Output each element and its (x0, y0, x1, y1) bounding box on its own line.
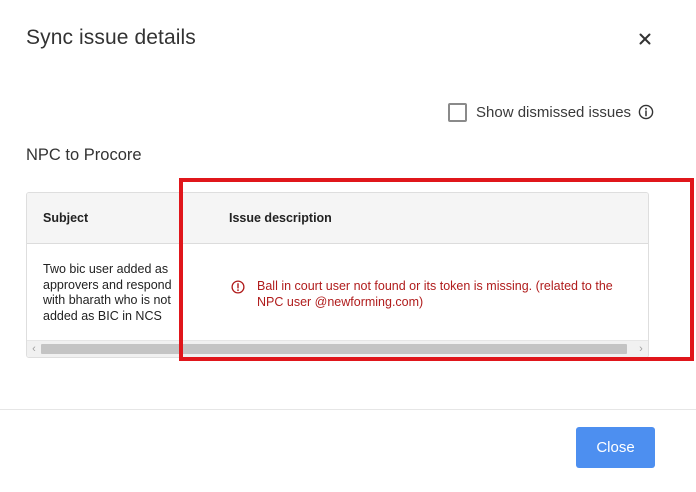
table-row: Two bic user added as approvers and resp… (27, 244, 648, 340)
close-button[interactable]: Close (576, 427, 655, 468)
subject-cell: Two bic user added as approvers and resp… (43, 262, 172, 323)
sync-issue-dialog: Sync issue details Show dismissed issues… (0, 0, 696, 492)
column-header-subject: Subject (43, 211, 89, 225)
footer-divider (0, 409, 696, 410)
close-icon[interactable] (634, 28, 656, 50)
show-dismissed-toggle: Show dismissed issues (448, 102, 654, 122)
show-dismissed-label[interactable]: Show dismissed issues (476, 104, 631, 121)
table-header: Subject Issue description (27, 193, 648, 244)
info-icon[interactable] (638, 104, 654, 120)
column-header-issue-description: Issue description (229, 211, 332, 225)
issue-description-text: Ball in court user not found or its toke… (257, 279, 613, 309)
scrollbar-thumb[interactable] (41, 344, 627, 354)
section-title: NPC to Procore (26, 146, 142, 164)
show-dismissed-checkbox[interactable] (448, 102, 467, 122)
scroll-left-icon[interactable]: ‹ (27, 341, 41, 357)
scroll-right-icon[interactable]: › (634, 341, 648, 357)
horizontal-scrollbar[interactable]: ‹ › (27, 340, 648, 357)
dialog-title: Sync issue details (26, 26, 196, 49)
issue-description-cell: Ball in court user not found or its toke… (231, 278, 621, 310)
issues-table: Subject Issue description Two bic user a… (26, 192, 649, 358)
error-circle-icon (231, 280, 245, 294)
